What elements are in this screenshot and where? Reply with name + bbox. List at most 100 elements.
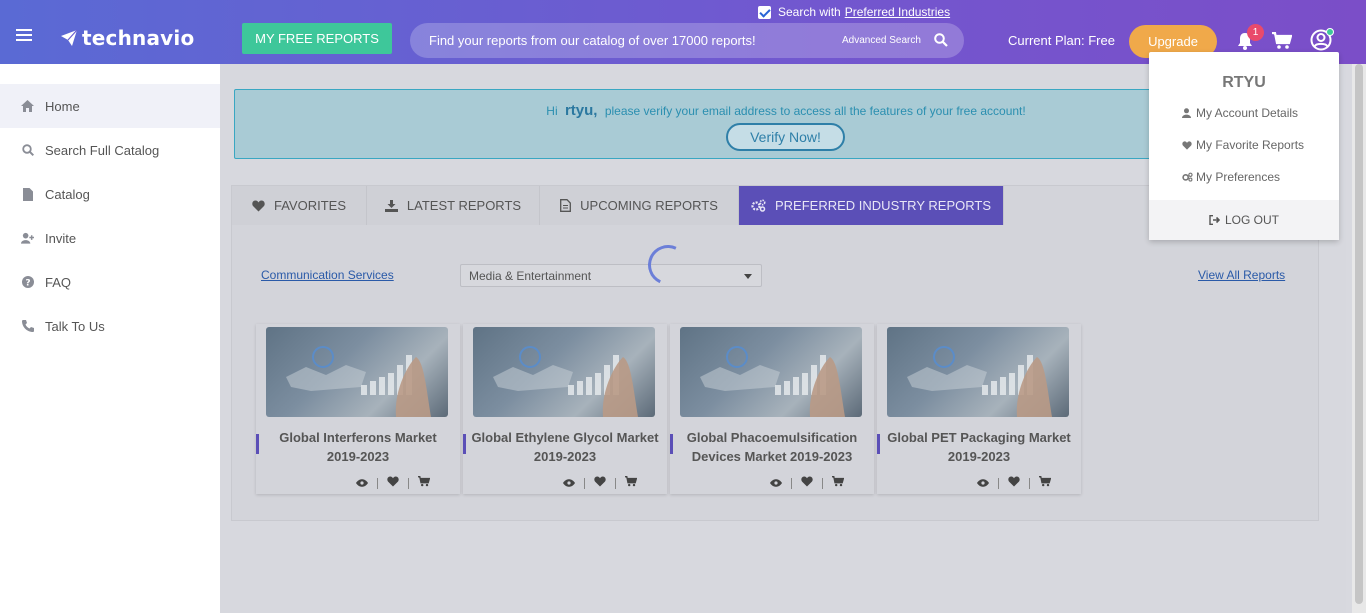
sidebar-item-catalog[interactable]: Catalog (0, 172, 220, 216)
sidebar-item-talk-to-us[interactable]: Talk To Us (0, 304, 220, 348)
file-icon (560, 199, 572, 212)
cart-icon[interactable] (625, 474, 638, 492)
menu-item-label: My Account Details (1196, 106, 1299, 120)
online-status-dot (1326, 28, 1334, 36)
sidebar-item-home[interactable]: Home (0, 84, 220, 128)
current-plan-label: Current Plan: Free (1008, 33, 1115, 48)
report-card[interactable]: Global PET Packaging Market 2019-2023 (877, 324, 1081, 494)
subindustry-select[interactable]: Media & Entertainment (460, 264, 762, 287)
download-icon (384, 199, 398, 212)
subindustry-selected-value: Media & Entertainment (469, 269, 592, 283)
sidebar-item-label: FAQ (45, 274, 72, 290)
preferred-industries-link[interactable]: Preferred Industries (845, 5, 950, 19)
heart-icon[interactable] (801, 474, 813, 492)
report-thumbnail[interactable] (473, 327, 655, 417)
report-title[interactable]: Global Phacoemulsification Devices Marke… (678, 428, 866, 466)
tab-label: FAVORITES (274, 198, 346, 213)
technavio-logo[interactable]: technavio (60, 24, 194, 52)
scrollbar-thumb[interactable] (1355, 64, 1363, 604)
heart-icon[interactable] (387, 474, 399, 492)
heart-icon[interactable] (1008, 474, 1020, 492)
phone-icon (21, 320, 34, 333)
report-title[interactable]: Global Interferons Market 2019-2023 (264, 428, 452, 466)
tab-favorites[interactable]: FAVORITES (232, 186, 367, 225)
heart-icon (1182, 140, 1196, 150)
eye-icon[interactable] (770, 474, 782, 492)
my-free-reports-button[interactable]: MY FREE REPORTS (242, 23, 392, 54)
sidebar: Home Search Full Catalog Catalog Invite … (0, 64, 220, 613)
search-bar[interactable]: Find your reports from our catalog of ov… (410, 23, 964, 58)
heart-icon (252, 200, 265, 212)
report-thumbnail[interactable] (266, 327, 448, 417)
cart-icon[interactable] (832, 474, 845, 492)
card-actions (977, 474, 1052, 492)
sidebar-item-label: Home (45, 98, 80, 114)
report-title[interactable]: Global Ethylene Glycol Market 2019-2023 (471, 428, 659, 466)
menu-item-label: My Preferences (1196, 170, 1281, 184)
tab-label: UPCOMING REPORTS (580, 198, 718, 213)
tab-upcoming-reports[interactable]: UPCOMING REPORTS (540, 186, 739, 225)
sidebar-item-invite[interactable]: Invite (0, 216, 220, 260)
tab-label: PREFERRED INDUSTRY REPORTS (775, 198, 991, 213)
sidebar-item-label: Invite (45, 230, 77, 246)
card-actions (356, 474, 431, 492)
card-accent-bar (256, 434, 259, 454)
menu-icon[interactable] (16, 29, 32, 41)
cart-icon[interactable] (1039, 474, 1052, 492)
eye-icon[interactable] (563, 474, 575, 492)
sign-out-icon (1209, 215, 1220, 225)
card-actions (563, 474, 638, 492)
verify-now-button[interactable]: Verify Now! (726, 123, 845, 151)
verify-text: please verify your email address to acce… (604, 104, 1026, 118)
view-all-reports-link[interactable]: View All Reports (1198, 268, 1285, 282)
user-plus-icon (21, 232, 34, 245)
chevron-down-icon (744, 274, 752, 279)
my-favorite-reports-link[interactable]: My Favorite Reports (1182, 137, 1304, 153)
search-icon[interactable] (934, 33, 948, 52)
profile-dropdown: RTYU My Account Details My Favorite Repo… (1149, 52, 1339, 240)
menu-item-label: My Favorite Reports (1196, 138, 1305, 152)
svg-text:?: ? (25, 279, 30, 289)
preferred-checkbox-prefix: Search with (778, 5, 841, 19)
preferred-industries-checkbox[interactable] (758, 5, 771, 19)
tab-label: LATEST REPORTS (406, 198, 522, 213)
card-actions (770, 474, 845, 492)
report-card[interactable]: Global Ethylene Glycol Market 2019-2023 (463, 324, 667, 494)
eye-icon[interactable] (356, 474, 368, 492)
advanced-search-link[interactable]: Advanced Search (842, 35, 921, 46)
industry-link[interactable]: Communication Services (261, 268, 394, 282)
heart-icon[interactable] (594, 474, 606, 492)
notification-badge: 1 (1247, 24, 1264, 41)
eye-icon[interactable] (977, 474, 989, 492)
search-input[interactable]: Find your reports from our catalog of ov… (429, 33, 756, 48)
page-scrollbar[interactable] (1352, 64, 1366, 613)
report-card[interactable]: Global Interferons Market 2019-2023 (256, 324, 460, 494)
sidebar-item-faq[interactable]: ? FAQ (0, 260, 220, 304)
report-thumbnail[interactable] (680, 327, 862, 417)
gears-icon (1182, 172, 1196, 182)
my-account-details-link[interactable]: My Account Details (1182, 105, 1298, 121)
tab-preferred-industry-reports[interactable]: PREFERRED INDUSTRY REPORTS (739, 186, 1004, 225)
report-card[interactable]: Global Phacoemulsification Devices Marke… (670, 324, 874, 494)
sidebar-item-label: Catalog (45, 186, 90, 202)
logout-button[interactable]: LOG OUT (1149, 200, 1339, 240)
tab-latest-reports[interactable]: LATEST REPORTS (367, 186, 540, 225)
cart-icon[interactable] (418, 474, 431, 492)
logout-label: LOG OUT (1224, 213, 1279, 227)
user-icon (1182, 108, 1196, 118)
paper-plane-icon (61, 29, 78, 46)
card-accent-bar (463, 434, 466, 454)
preferred-industries-toggle[interactable]: Search with Preferred Industries (758, 4, 950, 20)
report-thumbnail[interactable] (887, 327, 1069, 417)
document-icon (21, 187, 34, 201)
gears-icon (751, 199, 766, 212)
question-icon: ? (21, 276, 34, 289)
my-preferences-link[interactable]: My Preferences (1182, 169, 1280, 185)
logo-text: technavio (82, 26, 195, 50)
profile-username: RTYU (1222, 74, 1266, 91)
sidebar-item-search-full-catalog[interactable]: Search Full Catalog (0, 128, 220, 172)
report-title[interactable]: Global PET Packaging Market 2019-2023 (885, 428, 1073, 466)
home-icon (21, 100, 34, 113)
verify-greeting: Hi (546, 104, 558, 118)
card-accent-bar (670, 434, 673, 454)
